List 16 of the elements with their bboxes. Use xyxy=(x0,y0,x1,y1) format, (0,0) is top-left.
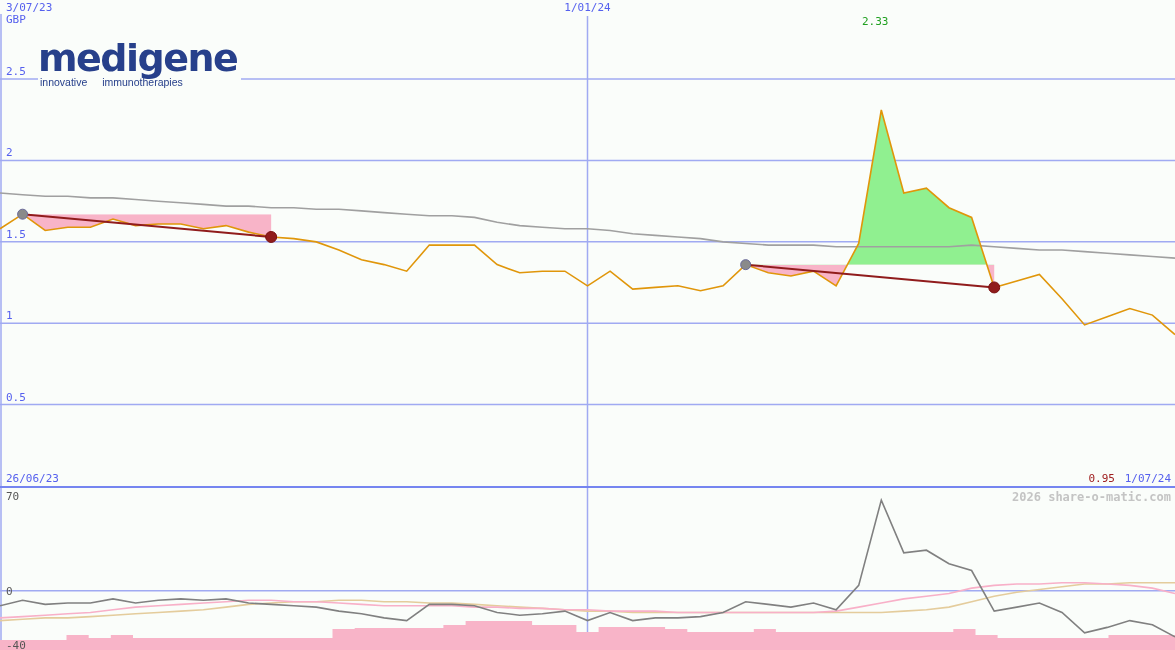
high-value-label: 2.33 xyxy=(862,15,889,28)
y-axis-label: 1 xyxy=(6,309,13,323)
y-axis-label: 2.5 xyxy=(6,65,26,79)
y-axis-label: 70 xyxy=(6,490,20,503)
axis-unit-label: GBP xyxy=(6,13,26,26)
low-value-label: 0.95 xyxy=(1088,472,1115,485)
date-label: 3/07/23 xyxy=(6,1,53,14)
y-axis-label: 2 xyxy=(6,146,13,160)
y-axis-label: -40 xyxy=(6,639,26,650)
end-date-label: 1/07/24 xyxy=(1124,472,1171,485)
x-axis-label: 1/01/24 xyxy=(564,1,611,14)
y-axis-label: 1.5 xyxy=(6,227,26,241)
start-date-label: 26/06/23 xyxy=(6,472,59,485)
credit-text: 2026 share-o-matic.com xyxy=(1012,490,1171,504)
y-axis-label: 0 xyxy=(6,584,13,598)
y-axis-label: 0.5 xyxy=(6,390,26,404)
